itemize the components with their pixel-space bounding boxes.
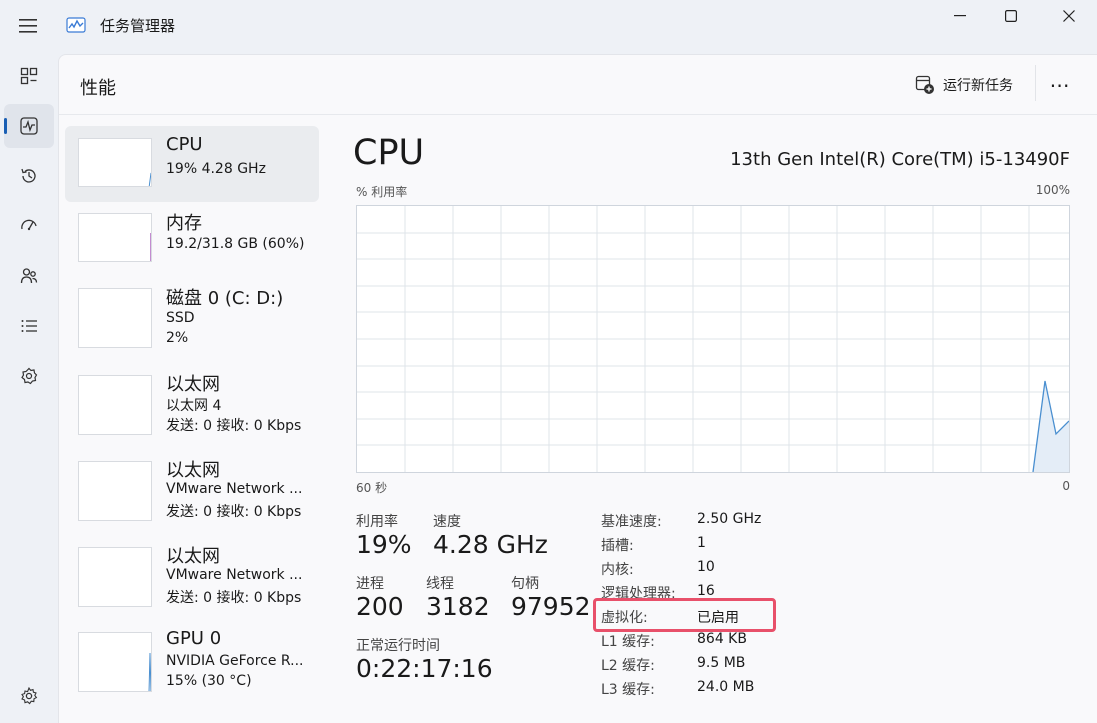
graph-time-label: 60 秒 [356, 481, 388, 495]
nav-performance[interactable] [4, 104, 54, 148]
task-manager-app-icon [66, 15, 86, 35]
title-bar: 任务管理器 [0, 0, 1097, 54]
base-speed-label: 基准速度: [601, 514, 662, 530]
ethernet-thumbnail-graph [78, 547, 152, 607]
resource-detail: 19.2/31.8 GB (60%) [166, 236, 305, 252]
resource-disk[interactable]: 磁盘 0 (C: D:) SSD 2% [65, 282, 319, 362]
page-title: 性能 [80, 78, 116, 99]
resource-gpu[interactable]: GPU 0 NVIDIA GeForce R... 15% (30 °C) [65, 628, 319, 708]
resource-name: 以太网 [166, 374, 220, 395]
services-icon [21, 367, 38, 385]
l2-cache-value: 9.5 MB [697, 655, 746, 671]
side-nav [0, 54, 58, 723]
cores-label: 内核: [601, 562, 634, 578]
detail-title: CPU [353, 133, 425, 173]
resource-detail-2: 15% (30 °C) [166, 673, 252, 689]
app-history-icon [21, 168, 36, 183]
nav-details[interactable] [4, 304, 54, 348]
resource-ethernet-3[interactable]: 以太网 VMware Network ... 发送: 0 接收: 0 Kbps [65, 542, 319, 622]
uptime-value: 0:22:17:16 [356, 654, 493, 683]
more-options-button[interactable]: ⋯ [1040, 69, 1080, 101]
l1-cache-label: L1 缓存: [601, 634, 655, 650]
resource-name: 以太网 [166, 460, 220, 481]
resource-detail: VMware Network ... [166, 481, 303, 497]
resource-detail: SSD [166, 310, 195, 326]
disk-thumbnail-graph [78, 288, 152, 348]
nav-app-history[interactable] [4, 154, 54, 198]
nav-processes[interactable] [4, 54, 54, 98]
maximize-button[interactable] [982, 0, 1040, 32]
utilization-value: 19% [356, 530, 412, 559]
speed-label: 速度 [433, 514, 461, 530]
nav-startup[interactable] [4, 204, 54, 248]
resource-detail: NVIDIA GeForce R... [166, 653, 304, 669]
resource-name: GPU 0 [166, 628, 222, 649]
memory-thumbnail-graph [78, 213, 152, 262]
more-icon: ⋯ [1049, 73, 1071, 97]
startup-icon [21, 219, 37, 231]
resource-memory[interactable]: 内存 19.2/31.8 GB (60%) [65, 206, 319, 282]
ethernet-thumbnail-graph [78, 461, 152, 521]
utilization-label: 利用率 [356, 514, 398, 530]
resource-name: 磁盘 0 (C: D:) [166, 288, 284, 309]
resource-detail-2: 发送: 0 接收: 0 Kbps [166, 418, 302, 434]
l1-cache-value: 864 KB [697, 631, 747, 647]
handles-value: 97952 [511, 592, 591, 621]
processes-label: 进程 [356, 576, 384, 592]
resource-detail: 以太网 4 [166, 398, 222, 414]
cpu-usage-graph [356, 205, 1070, 473]
processes-value: 200 [356, 592, 404, 621]
gear-icon [21, 687, 38, 705]
logical-processors-value: 16 [697, 583, 715, 599]
handles-label: 句柄 [511, 576, 539, 592]
resource-cpu[interactable]: CPU 19% 4.28 GHz [65, 126, 319, 202]
resource-ethernet-2[interactable]: 以太网 VMware Network ... 发送: 0 接收: 0 Kbps [65, 456, 319, 536]
close-button[interactable] [1040, 0, 1097, 32]
window-title: 任务管理器 [100, 17, 176, 35]
header-separator [1035, 65, 1036, 101]
virtualization-highlight [593, 598, 776, 632]
nav-services[interactable] [4, 354, 54, 398]
menu-icon[interactable] [12, 12, 44, 40]
graph-axis-max: 100% [1035, 183, 1070, 197]
users-icon [20, 268, 38, 284]
sockets-label: 插槽: [601, 538, 634, 554]
resource-ethernet-1[interactable]: 以太网 以太网 4 发送: 0 接收: 0 Kbps [65, 370, 319, 450]
speed-value: 4.28 GHz [433, 530, 548, 559]
graph-axis-label: % 利用率 [356, 185, 408, 199]
main-content: 性能 运行新任务 ⋯ CPU 19% 4.28 GHz 内存 19.2/31.8… [58, 54, 1097, 723]
resource-detail-2: 发送: 0 接收: 0 Kbps [166, 504, 302, 520]
ethernet-thumbnail-graph [78, 375, 152, 435]
run-new-task-button[interactable]: 运行新任务 [915, 73, 1013, 97]
resource-name: 内存 [166, 213, 202, 234]
graph-time-zero: 0 [1062, 479, 1070, 493]
threads-value: 3182 [426, 592, 490, 621]
performance-icon [20, 117, 38, 135]
sockets-value: 1 [697, 535, 706, 551]
new-task-icon [915, 75, 934, 94]
processes-icon [20, 67, 38, 85]
nav-settings[interactable] [4, 674, 54, 718]
nav-users[interactable] [4, 254, 54, 298]
minimize-button[interactable] [931, 0, 989, 32]
l3-cache-label: L3 缓存: [601, 682, 655, 698]
resource-name: 以太网 [166, 546, 220, 567]
uptime-label: 正常运行时间 [356, 638, 440, 654]
threads-label: 线程 [426, 576, 454, 592]
resource-name: CPU [166, 134, 203, 155]
base-speed-value: 2.50 GHz [697, 511, 762, 527]
cpu-model: 13th Gen Intel(R) Core(TM) i5-13490F [730, 149, 1070, 170]
gpu-thumbnail-graph [78, 632, 152, 692]
run-new-task-label: 运行新任务 [943, 78, 1013, 94]
resource-detail: 19% 4.28 GHz [166, 161, 266, 177]
resource-detail-2: 发送: 0 接收: 0 Kbps [166, 590, 302, 606]
resource-detail: VMware Network ... [166, 567, 303, 583]
cores-value: 10 [697, 559, 715, 575]
cpu-thumbnail-graph [78, 138, 152, 187]
details-icon [21, 320, 37, 332]
resource-detail-2: 2% [166, 330, 189, 346]
l2-cache-label: L2 缓存: [601, 658, 655, 674]
header-divider [59, 114, 1097, 115]
l3-cache-value: 24.0 MB [697, 679, 755, 695]
